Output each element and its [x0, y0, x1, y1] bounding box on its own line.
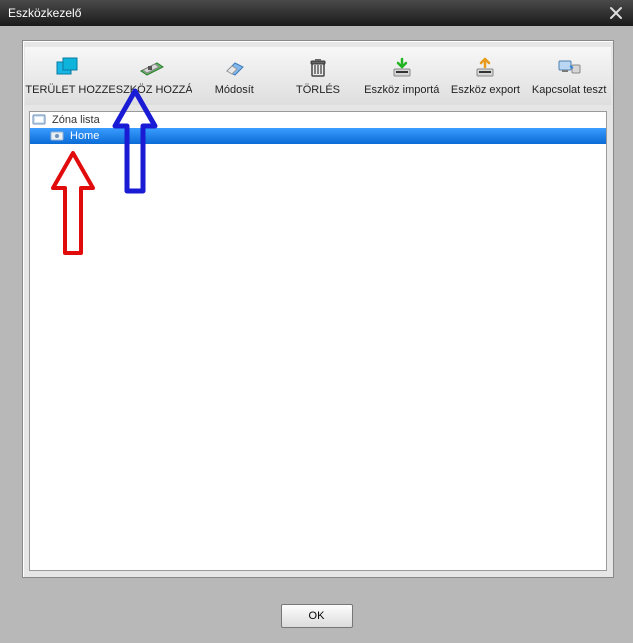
tree-child-label: Home [70, 130, 99, 142]
tree-child-home[interactable]: Home [30, 128, 606, 144]
device-add-label: ESZKÖZ HOZZÁ [109, 84, 193, 96]
device-item-icon [50, 129, 66, 143]
tree-root-label: Zóna lista [52, 114, 100, 126]
delete-label: TÖRLÉS [296, 84, 340, 96]
zone-list-icon [32, 113, 48, 127]
zone-tree[interactable]: Zóna lista Home [29, 111, 607, 571]
eraser-icon [220, 56, 248, 80]
area-add-label: TERÜLET HOZZ [25, 84, 108, 96]
trash-icon [304, 56, 332, 80]
main-panel: TERÜLET HOZZ ESZKÖZ HOZZÁ [22, 40, 614, 578]
toolbar: TERÜLET HOZZ ESZKÖZ HOZZÁ [25, 47, 611, 105]
export-label: Eszköz export [451, 84, 520, 96]
ok-label: OK [309, 610, 325, 622]
device-manager-window: Eszközkezelő TERÜLET HOZZ [0, 0, 633, 643]
import-label: Eszköz importá [364, 84, 439, 96]
titlebar: Eszközkezelő [0, 0, 633, 26]
modify-button[interactable]: Módosít [192, 47, 276, 105]
connection-test-icon [555, 56, 583, 80]
ok-button[interactable]: OK [281, 604, 353, 628]
window-title: Eszközkezelő [8, 6, 607, 20]
close-icon[interactable] [607, 4, 625, 22]
connection-test-button[interactable]: Kapcsolat teszt [527, 47, 611, 105]
tree-root-item[interactable]: Zóna lista [30, 112, 606, 128]
device-add-button[interactable]: ESZKÖZ HOZZÁ [109, 47, 193, 105]
connection-test-label: Kapcsolat teszt [532, 84, 607, 96]
import-button[interactable]: Eszköz importá [360, 47, 444, 105]
delete-button[interactable]: TÖRLÉS [276, 47, 360, 105]
area-add-icon [53, 56, 81, 80]
modify-label: Módosít [215, 84, 254, 96]
export-icon [471, 56, 499, 80]
area-add-button[interactable]: TERÜLET HOZZ [25, 47, 109, 105]
device-add-icon [137, 56, 165, 80]
client-area: TERÜLET HOZZ ESZKÖZ HOZZÁ [0, 26, 633, 643]
export-button[interactable]: Eszköz export [444, 47, 528, 105]
import-icon [388, 56, 416, 80]
